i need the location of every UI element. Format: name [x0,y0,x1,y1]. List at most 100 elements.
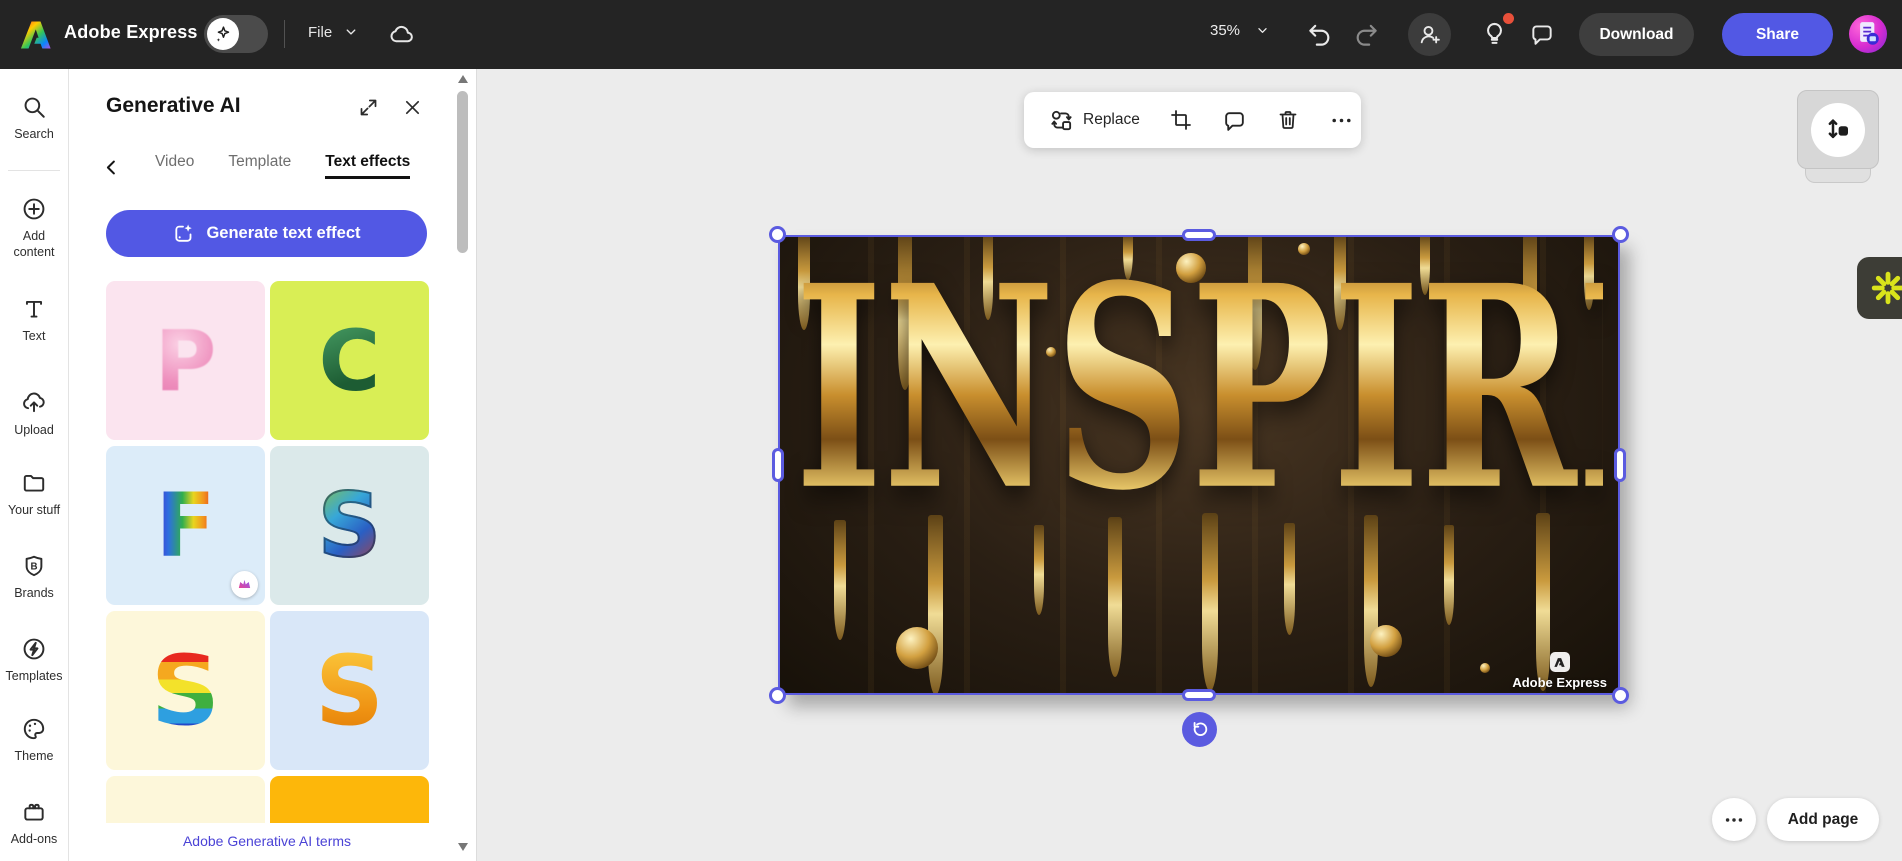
close-panel-icon[interactable] [402,97,423,118]
inspire-artwork: INSPIRE Adobe Express [778,235,1620,695]
sidebar-item-add-ons[interactable]: Add-ons [0,799,68,848]
rotate-handle[interactable] [1182,712,1217,747]
adobe-express-app: Adobe Express File 35% Download Share Se… [0,0,1902,861]
page-thumbnail[interactable] [1797,90,1879,169]
top-bar: Adobe Express File 35% Download Share [0,0,1902,69]
expand-panel-icon[interactable] [358,97,379,118]
editor-canvas[interactable]: Replace INSPIRE [476,69,1902,861]
tab-video[interactable]: Video [155,153,194,179]
zoom-control[interactable]: 35% [1210,22,1271,39]
gold-droplet [1370,625,1402,657]
sidebar-item-add-content[interactable]: Add content [0,196,68,260]
resize-handle-top[interactable] [1182,229,1216,241]
theme-icon [23,718,45,740]
text-effect-thumbnail-8[interactable] [270,776,429,823]
delete-button[interactable] [1276,108,1300,132]
replace-label: Replace [1083,111,1140,128]
panel-scrollbar[interactable] [457,91,468,253]
topbar-divider [284,20,285,48]
text-effect-thumbnail-7[interactable] [106,776,265,823]
sidebar-item-brands[interactable]: B Brands [0,553,68,602]
adobe-watermark-icon [1549,652,1570,672]
resize-handle-right[interactable] [1614,448,1626,482]
zoom-level: 35% [1210,22,1241,39]
sidebar-item-label: Upload [14,423,54,437]
text-effect-thumbnail-4[interactable]: S [270,446,429,605]
watermark: Adobe Express [1512,652,1607,690]
trash-icon [1279,111,1297,129]
text-effect-thumbnail-1[interactable]: P [106,281,265,440]
page-options-button[interactable] [1712,798,1756,841]
sidebar-item-search[interactable]: Search [0,94,68,143]
text-effect-thumbnail-2[interactable]: C [270,281,429,440]
resize-handle-bottom-left[interactable] [769,687,786,704]
sidebar-item-theme[interactable]: Theme [0,716,68,765]
person-add-icon [1420,25,1440,44]
ai-assistant-toggle[interactable] [204,15,268,53]
undo-button[interactable] [1306,21,1332,47]
swap-icon [1051,110,1072,130]
add-content-icon [23,198,45,220]
generate-sparkle-icon [175,224,193,242]
selected-image[interactable]: INSPIRE Adobe Express [769,226,1629,747]
sparkle-toggle-icon [207,18,239,50]
back-chevron-icon[interactable] [102,158,121,177]
effect-letter: F [155,473,216,577]
redo-button[interactable] [1354,21,1380,47]
resize-handle-left[interactable] [772,448,784,482]
chevron-down-icon [346,29,356,35]
comment-button[interactable] [1222,108,1247,133]
starburst-widget[interactable] [1857,257,1902,319]
resize-handle-bottom-right[interactable] [1612,687,1629,704]
more-icon [1332,118,1351,122]
svg-text:B: B [30,562,37,573]
chat-icon [1532,25,1552,45]
text-effect-thumbnail-6[interactable]: S [270,611,429,770]
account-avatar[interactable] [1849,15,1887,53]
adobe-express-logo-icon[interactable] [18,17,54,53]
panel-title: Generative AI [106,94,241,117]
effect-letter: P [154,311,217,410]
sidebar-item-text[interactable]: Text [0,296,68,345]
sidebar-item-templates[interactable]: Templates [0,636,68,685]
sidebar-item-label: Your stuff [7,503,61,517]
invite-collaborators-button[interactable] [1408,13,1451,56]
sidebar-item-label: Add content [13,229,55,259]
tab-template[interactable]: Template [228,153,291,179]
cloud-save-icon[interactable] [388,21,415,48]
sidebar-item-upload[interactable]: Upload [0,390,68,439]
replace-button[interactable]: Replace [1049,108,1140,133]
gold-droplet [896,627,938,669]
file-menu-label: File [308,23,333,41]
crop-button[interactable] [1169,108,1193,132]
share-button[interactable]: Share [1722,13,1833,56]
panel-tabs: Video Template Text effects [102,149,411,179]
more-icon [1725,817,1743,822]
download-button[interactable]: Download [1579,13,1694,56]
crop-icon [1170,110,1191,130]
ideas-button[interactable] [1481,20,1508,47]
artwork-text: INSPIRE [795,250,1620,528]
generative-ai-terms-link[interactable]: Adobe Generative AI terms [68,833,466,849]
scroll-down-arrow[interactable] [458,843,468,851]
upload-icon [23,392,45,413]
more-options-button[interactable] [1329,108,1354,133]
resize-handle-bottom[interactable] [1182,689,1216,701]
sidebar-item-your-stuff[interactable]: Your stuff [0,470,68,519]
text-effect-gallery: P C F SSS [106,281,430,823]
effect-letter: C [318,311,381,410]
file-menu[interactable]: File [308,23,360,41]
scroll-up-arrow[interactable] [458,75,468,83]
add-page-button[interactable]: Add page [1767,798,1879,841]
sidebar-item-label: Templates [5,669,63,683]
app-title: Adobe Express [64,22,198,42]
resize-handle-top-left[interactable] [769,226,786,243]
tab-text-effects[interactable]: Text effects [325,153,411,179]
text-effect-thumbnail-5[interactable]: S [106,611,265,770]
notification-dot [1503,13,1514,24]
feedback-chat-button[interactable] [1529,21,1555,47]
resize-handle-top-right[interactable] [1612,226,1629,243]
page-thumbnail-stack[interactable] [1805,168,1871,183]
text-effect-thumbnail-3[interactable]: F [106,446,265,605]
generate-text-effect-button[interactable]: Generate text effect [106,210,427,257]
